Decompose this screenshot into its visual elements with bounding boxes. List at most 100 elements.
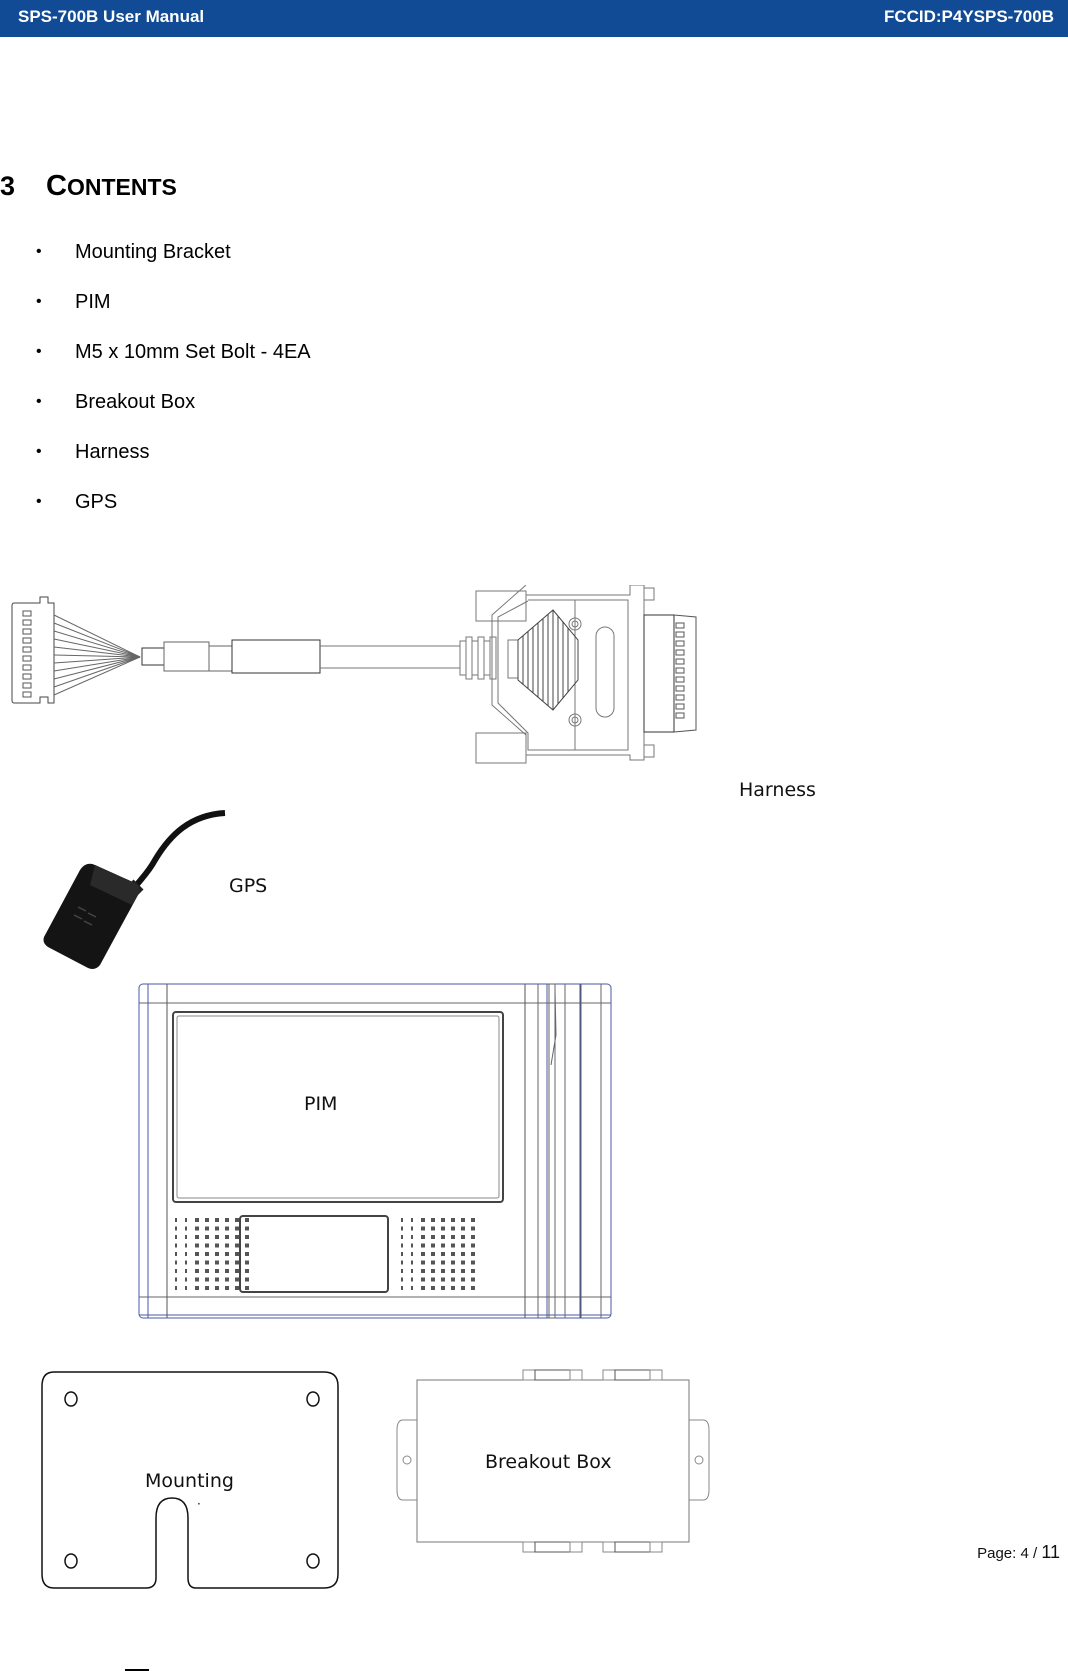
speaker-grille-hole (175, 1218, 177, 1222)
speaker-grille-hole (471, 1252, 475, 1256)
speaker-grille-hole (205, 1226, 209, 1231)
speaker-grille-hole (461, 1286, 465, 1290)
bullet-icon: • (36, 393, 42, 410)
speaker-grille-hole (175, 1226, 177, 1231)
speaker-grille-hole (421, 1277, 425, 1282)
speaker-grille-hole (441, 1226, 445, 1231)
speaker-grille-hole (205, 1269, 209, 1273)
speaker-grille-hole (421, 1252, 425, 1256)
speaker-grille-hole (215, 1277, 219, 1282)
speaker-grille-hole (195, 1226, 199, 1231)
speaker-grille-hole (235, 1235, 239, 1239)
speaker-grille-hole (235, 1252, 239, 1256)
speaker-grille-hole (185, 1277, 187, 1282)
speaker-grille-hole (431, 1286, 435, 1290)
speaker-grille-hole (235, 1243, 239, 1248)
speaker-grille-hole (401, 1252, 403, 1256)
speaker-grille-hole (225, 1235, 229, 1239)
speaker-grille-hole (441, 1260, 445, 1265)
list-item-label: Breakout Box (75, 391, 196, 413)
speaker-grille-hole (175, 1260, 177, 1265)
speaker-grille-hole (195, 1277, 199, 1282)
speaker-grille-hole (225, 1252, 229, 1256)
speaker-grille-hole (411, 1235, 413, 1239)
speaker-grille-hole (451, 1269, 455, 1273)
speaker-grille-hole (235, 1277, 239, 1282)
speaker-grille-hole (245, 1235, 249, 1239)
speaker-grille-hole (421, 1269, 425, 1273)
speaker-grille-hole (225, 1277, 229, 1282)
speaker-grille-hole (431, 1252, 435, 1256)
speaker-grille-hole (471, 1226, 475, 1231)
speaker-grille-hole (175, 1286, 177, 1290)
speaker-grille-hole (185, 1235, 187, 1239)
speaker-grille-hole (401, 1218, 403, 1222)
speaker-grille-hole (185, 1260, 187, 1265)
speaker-grille-hole (441, 1277, 445, 1282)
bullet-icon: • (36, 493, 42, 510)
speaker-grille-hole (411, 1252, 413, 1256)
speaker-grille-hole (245, 1260, 249, 1265)
speaker-grille-hole (451, 1243, 455, 1248)
section-title-rest: ONTENTS (66, 174, 177, 200)
speaker-grille-hole (411, 1277, 413, 1282)
pim-caption: PIM (304, 1093, 338, 1115)
bullet-icon: • (36, 443, 42, 460)
speaker-grille-hole (461, 1235, 465, 1239)
speaker-grille-hole (461, 1252, 465, 1256)
list-item-label: Harness (75, 441, 150, 463)
speaker-grille-hole (401, 1226, 403, 1231)
speaker-grille-hole (431, 1277, 435, 1282)
section-title-initial: C (46, 170, 67, 202)
speaker-grille-hole (235, 1260, 239, 1265)
speaker-grille-hole (215, 1226, 219, 1231)
speaker-grille-hole (471, 1218, 475, 1222)
speaker-grille-hole (411, 1226, 413, 1231)
pim-drawing (138, 983, 612, 1319)
speaker-grille-hole (461, 1226, 465, 1231)
speaker-grille-hole (205, 1218, 209, 1222)
bullet-icon: • (36, 243, 42, 260)
mounting-caption: Mounting (145, 1470, 234, 1492)
speaker-grille-hole (431, 1218, 435, 1222)
speaker-grille-hole (175, 1252, 177, 1256)
speaker-grille-hole (205, 1252, 209, 1256)
speaker-grille-hole (401, 1277, 403, 1282)
manual-title: SPS-700B User Manual (18, 7, 205, 26)
speaker-grille-hole (185, 1226, 187, 1231)
speaker-grille-hole (205, 1277, 209, 1282)
speaker-grille-hole (225, 1269, 229, 1273)
speaker-grille-hole (441, 1286, 445, 1290)
speaker-grille-hole (225, 1286, 229, 1290)
speaker-grille-hole (421, 1235, 425, 1239)
speaker-grille-hole (451, 1286, 455, 1290)
speaker-grille-hole (471, 1243, 475, 1248)
speaker-grille-hole (245, 1226, 249, 1231)
speaker-grille-hole (185, 1252, 187, 1256)
speaker-grille-hole (195, 1252, 199, 1256)
breakout-box-caption: Breakout Box (485, 1451, 612, 1473)
fcc-id: FCCID:P4YSPS-700B (883, 7, 1054, 26)
speaker-grille-hole (461, 1277, 465, 1282)
speaker-grille-hole (205, 1286, 209, 1290)
speaker-grille-hole (401, 1269, 403, 1273)
list-item-label: GPS (75, 491, 118, 513)
speaker-grille-hole (441, 1235, 445, 1239)
speaker-grille-hole (421, 1260, 425, 1265)
bullet-icon: • (36, 293, 42, 310)
bullet-icon: • (36, 343, 42, 360)
speaker-grille-hole (245, 1243, 249, 1248)
speaker-grille-hole (235, 1226, 239, 1231)
speaker-grille-hole (441, 1252, 445, 1256)
speaker-grille-hole (215, 1243, 219, 1248)
list-item-label: PIM (75, 291, 111, 313)
speaker-grille-hole (215, 1286, 219, 1290)
speaker-grille-hole (451, 1218, 455, 1222)
speaker-grille-hole (461, 1260, 465, 1265)
speaker-grille-hole (401, 1260, 403, 1265)
speaker-grille-hole (451, 1226, 455, 1231)
speaker-grille-hole (451, 1235, 455, 1239)
speaker-grille-hole (245, 1252, 249, 1256)
speaker-grille-hole (205, 1260, 209, 1265)
section-heading: 3 CONTENTS (0, 170, 177, 203)
